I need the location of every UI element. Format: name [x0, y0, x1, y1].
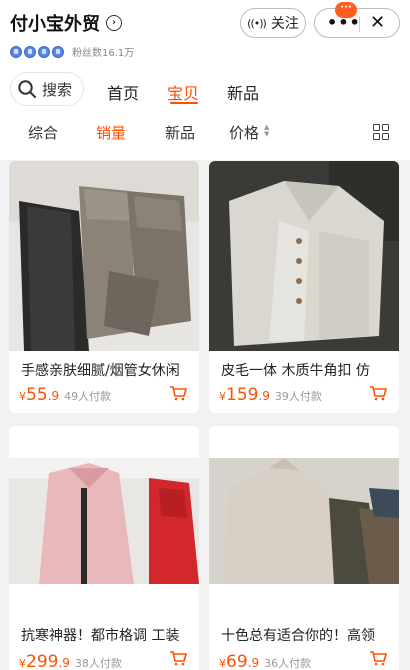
product-card[interactable]: 手感亲肤细腻/烟管女休闲 ¥55.9 49人付款 [9, 161, 199, 413]
price-decimal: .9 [247, 656, 260, 670]
rating-gem-icon [24, 45, 36, 58]
product-price: ¥69.9 36人付款 [219, 652, 311, 670]
shop-rating: 粉丝数16.1万 [10, 44, 134, 59]
rating-gem-icon [52, 45, 64, 58]
close-icon[interactable]: ✕ [370, 12, 385, 33]
product-image[interactable] [209, 161, 399, 351]
broadcast-icon: ((•)) [247, 16, 267, 30]
sort-arrows-icon[interactable]: ▲ ▼ [264, 124, 269, 138]
follow-label: 关注 [270, 16, 299, 32]
mini-program-capsule: ••• ✕ [314, 8, 400, 38]
product-card[interactable]: 皮毛一体 木质牛角扣 仿 ¥159.9 39人付款 [209, 161, 399, 413]
price-integer: 159 [226, 385, 259, 405]
sold-count: 49人付款 [64, 390, 112, 403]
product-card[interactable]: 十色总有适合你的！高领 ¥69.9 36人付款 [209, 426, 399, 670]
price-decimal: .9 [58, 656, 70, 670]
price-decimal: .9 [258, 389, 270, 403]
currency-symbol: ¥ [219, 390, 226, 403]
chevron-right-icon[interactable]: › [106, 15, 122, 31]
currency-symbol: ¥ [19, 657, 26, 670]
price-integer: 299 [26, 652, 59, 670]
product-card[interactable]: 抗寒神器！都市格调 工装 ¥299.9 38人付款 [9, 426, 199, 670]
rating-gem-icon [10, 45, 22, 58]
shop-title[interactable]: 付小宝外贸 › [10, 10, 122, 36]
active-tab-indicator [170, 102, 198, 104]
sort-price[interactable]: 价格 [229, 122, 259, 143]
sort-sales[interactable]: 销量 [96, 122, 126, 143]
currency-symbol: ¥ [19, 390, 26, 403]
currency-symbol: ¥ [219, 657, 226, 670]
fans-count: 粉丝数16.1万 [72, 48, 135, 59]
sort-new[interactable]: 新品 [165, 122, 195, 143]
cart-icon[interactable] [169, 650, 187, 666]
follow-button[interactable]: ((•)) 关注 [240, 8, 306, 38]
search-icon [18, 80, 36, 98]
cart-icon[interactable] [169, 385, 187, 401]
sold-count: 36人付款 [264, 657, 312, 670]
price-decimal: .9 [47, 389, 60, 403]
product-price: ¥159.9 39人付款 [219, 385, 322, 405]
tab-new[interactable]: 新品 [227, 80, 259, 104]
product-title: 手感亲肤细腻/烟管女休闲 [21, 363, 180, 379]
tab-home[interactable]: 首页 [107, 80, 139, 104]
shop-name[interactable]: 付小宝外贸 [10, 10, 100, 36]
grid-view-icon[interactable] [373, 124, 389, 140]
cart-icon[interactable] [369, 650, 387, 666]
product-image[interactable] [9, 458, 199, 584]
price-integer: 69 [226, 652, 248, 670]
product-title: 十色总有适合你的！高领 [221, 628, 375, 644]
product-title: 抗寒神器！都市格调 工装 [21, 628, 180, 644]
product-price: ¥55.9 49人付款 [19, 385, 111, 405]
cart-icon[interactable] [369, 385, 387, 401]
search-label: 搜索 [42, 80, 73, 99]
capsule-divider [359, 16, 360, 32]
search-button[interactable]: 搜索 [10, 72, 84, 106]
rating-gem-icon [38, 45, 50, 58]
price-integer: 55 [26, 385, 48, 405]
product-price: ¥299.9 38人付款 [19, 652, 122, 670]
tab-products[interactable]: 宝贝 [167, 80, 199, 104]
message-badge: ··· [335, 2, 357, 18]
sold-count: 38人付款 [74, 657, 122, 670]
product-image[interactable] [9, 161, 199, 351]
sold-count: 39人付款 [274, 390, 322, 403]
sort-overall[interactable]: 综合 [28, 122, 58, 143]
product-image[interactable] [209, 458, 399, 584]
product-title: 皮毛一体 木质牛角扣 仿 [221, 363, 370, 379]
